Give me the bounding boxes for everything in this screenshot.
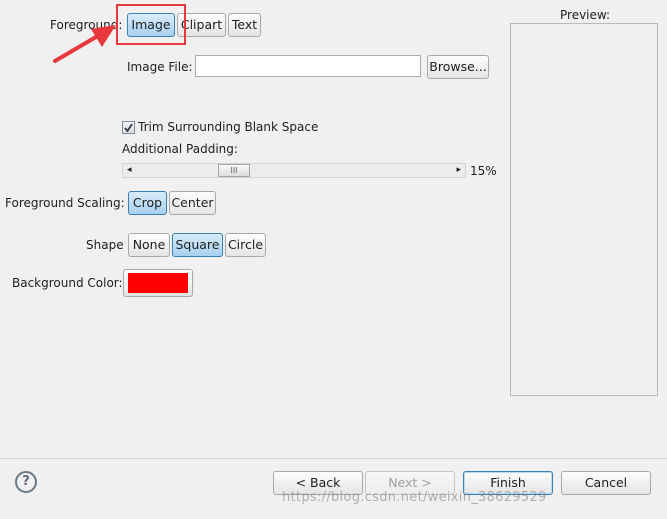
- annotation-arrow: [53, 25, 116, 63]
- background-color-button[interactable]: [123, 269, 193, 297]
- preview-panel: [510, 23, 658, 396]
- footer-separator: [0, 458, 667, 459]
- scaling-label: Foreground Scaling:: [5, 196, 125, 210]
- color-swatch: [128, 273, 188, 293]
- image-file-input[interactable]: [195, 55, 421, 77]
- browse-button[interactable]: Browse...: [427, 55, 489, 79]
- slider-thumb[interactable]: III: [218, 164, 250, 177]
- preview-label: Preview:: [560, 8, 611, 22]
- slider-right-arrow-icon[interactable]: ▸: [456, 164, 461, 177]
- question-circle-icon: ?: [22, 474, 30, 489]
- cancel-button[interactable]: Cancel: [561, 471, 651, 495]
- foreground-text-button[interactable]: Text: [228, 13, 261, 37]
- scaling-center-button[interactable]: Center: [169, 191, 216, 215]
- shape-square-button[interactable]: Square: [172, 233, 223, 257]
- trim-label: Trim Surrounding Blank Space: [138, 120, 319, 134]
- scaling-crop-button[interactable]: Crop: [128, 191, 167, 215]
- shape-label: Shape: [86, 238, 124, 252]
- trim-checkbox[interactable]: [122, 121, 135, 134]
- shape-circle-button[interactable]: Circle: [225, 233, 266, 257]
- checkmark-icon: [124, 123, 133, 133]
- padding-value: 15%: [470, 164, 497, 178]
- help-button[interactable]: ?: [15, 471, 37, 493]
- watermark: https://blog.csdn.net/weixin_38629529: [282, 490, 547, 505]
- padding-label: Additional Padding:: [122, 142, 238, 156]
- shape-none-button[interactable]: None: [128, 233, 170, 257]
- slider-left-arrow-icon[interactable]: ◂: [127, 164, 132, 177]
- image-file-label: Image File:: [127, 60, 193, 74]
- background-color-label: Background Color:: [12, 276, 123, 290]
- padding-slider[interactable]: ◂ III ▸: [122, 163, 466, 178]
